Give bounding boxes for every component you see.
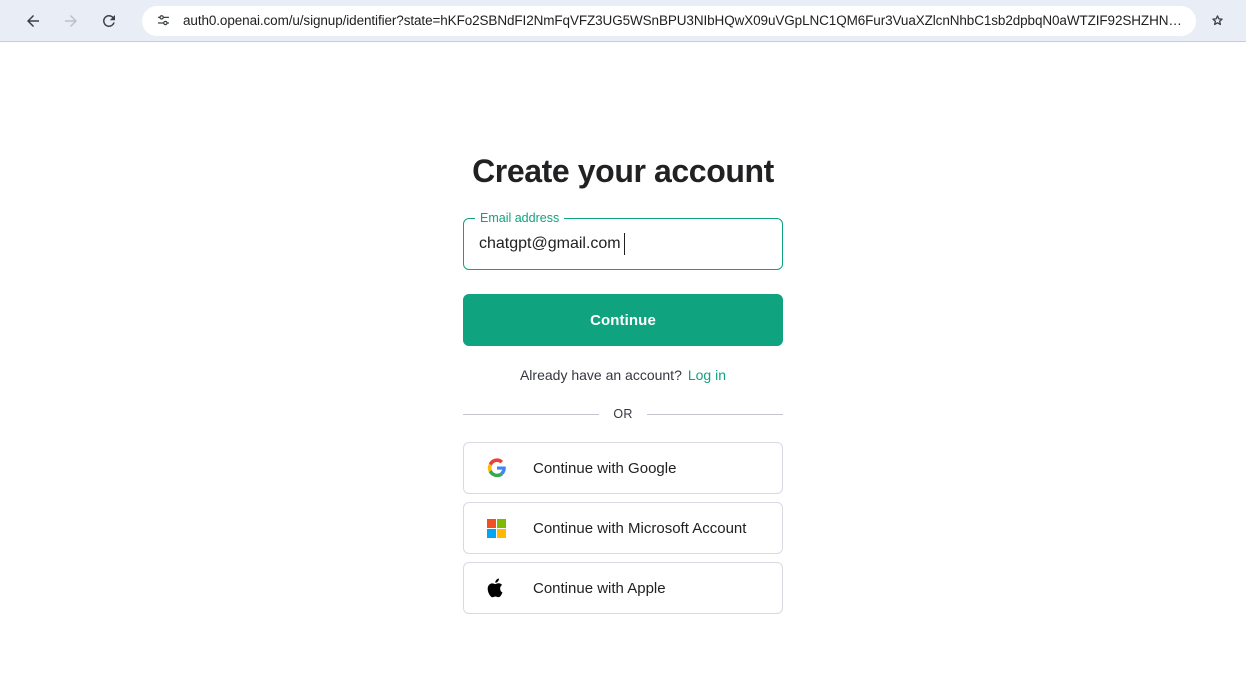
page-content: Create your account Email address Contin… — [0, 42, 1246, 685]
text-caret — [624, 233, 625, 256]
back-button[interactable] — [18, 6, 48, 36]
bookmark-button[interactable] — [1202, 6, 1232, 36]
address-bar-url[interactable]: auth0.openai.com/u/signup/identifier?sta… — [183, 6, 1190, 36]
continue-with-apple-label: Continue with Apple — [533, 579, 666, 597]
continue-button[interactable]: Continue — [463, 294, 783, 347]
signin-prompt-row: Already have an account? Log in — [463, 367, 783, 383]
email-field[interactable]: Email address — [463, 211, 783, 271]
reload-icon — [102, 14, 115, 27]
email-input[interactable] — [464, 219, 782, 270]
continue-with-apple-button[interactable]: Continue with Apple — [463, 562, 783, 615]
google-icon — [486, 458, 507, 479]
continue-with-google-button[interactable]: Continue with Google — [463, 442, 783, 495]
arrow-left-icon — [27, 14, 39, 27]
divider-rule-left — [463, 413, 600, 415]
continue-with-google-label: Continue with Google — [533, 459, 677, 477]
arrow-right-icon — [65, 14, 77, 27]
browser-toolbar: auth0.openai.com/u/signup/identifier?sta… — [0, 0, 1246, 42]
microsoft-icon — [486, 518, 507, 539]
continue-with-microsoft-button[interactable]: Continue with Microsoft Account — [463, 502, 783, 555]
apple-icon — [486, 578, 507, 599]
forward-button[interactable] — [56, 6, 86, 36]
divider-rule-right — [646, 413, 784, 415]
continue-with-microsoft-label: Continue with Microsoft Account — [533, 519, 747, 537]
tune-sliders-icon — [157, 15, 169, 26]
login-link[interactable]: Log in — [688, 367, 726, 383]
divider-label: OR — [613, 407, 633, 422]
page-title: Create your account — [472, 153, 774, 189]
signup-card: Create your account Email address Contin… — [463, 152, 784, 685]
address-bar[interactable]: auth0.openai.com/u/signup/identifier?sta… — [142, 5, 1196, 36]
reload-button[interactable] — [94, 6, 124, 36]
star-outline-icon — [1211, 15, 1223, 26]
site-settings-icon[interactable] — [150, 8, 176, 34]
or-divider: OR — [463, 407, 784, 422]
signin-prompt-text: Already have an account? — [519, 367, 682, 384]
